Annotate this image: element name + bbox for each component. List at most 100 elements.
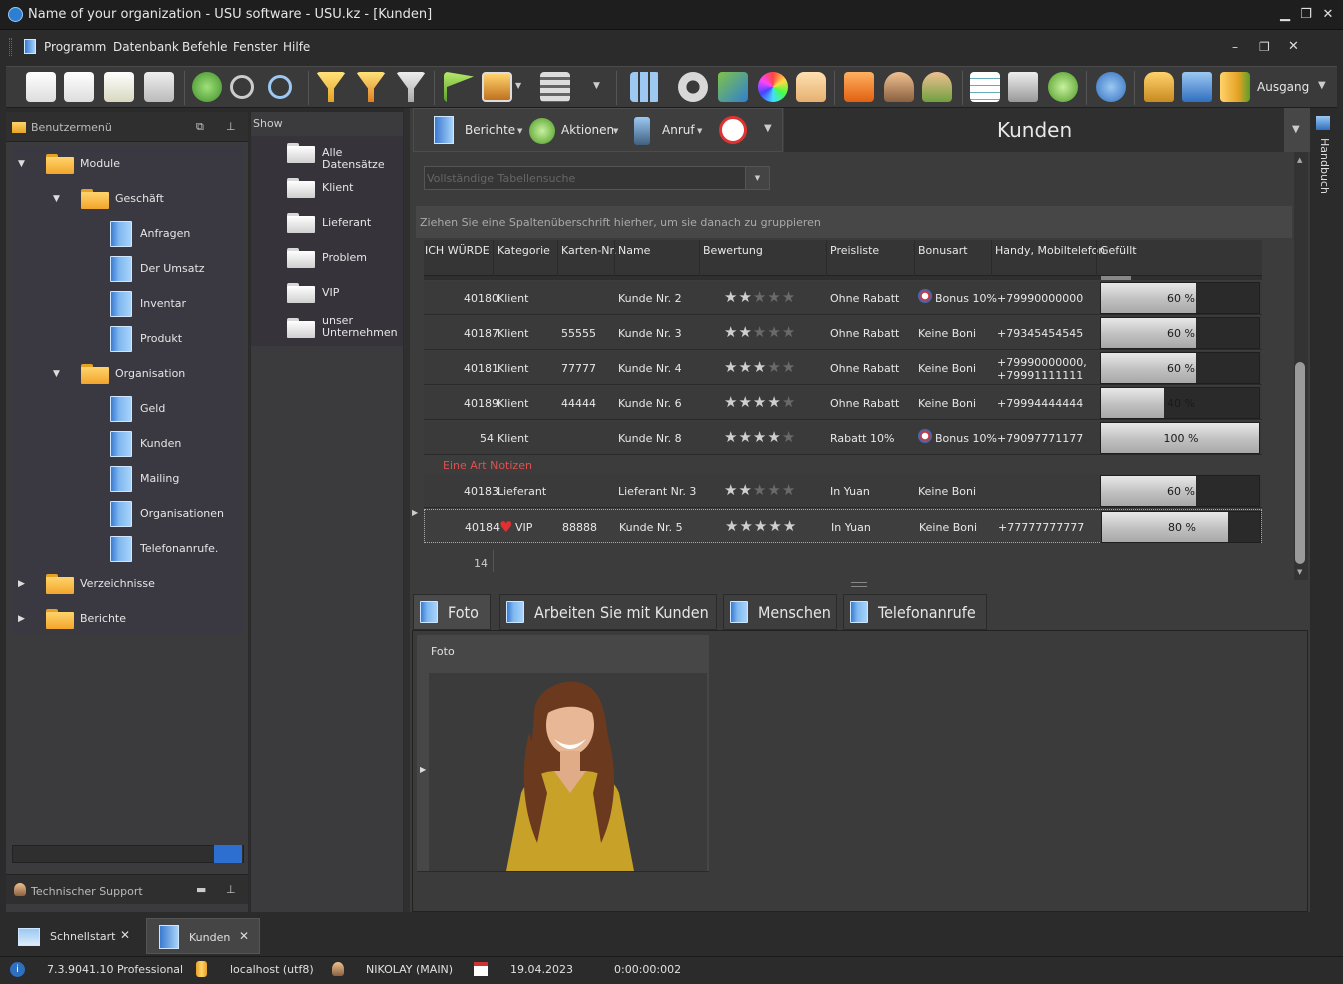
table-search-input[interactable]: Vollständige Tabellensuche ▼: [424, 166, 770, 190]
tree-item-module[interactable]: ▼ Module: [12, 146, 244, 181]
table-row[interactable]: 40183 Lieferant Lieferant Nr. 3 ★★★★★ In Yua…: [424, 474, 1262, 508]
exit-button[interactable]: Ausgang: [1257, 80, 1309, 94]
menu-programm[interactable]: Programm: [44, 40, 106, 54]
call-dropdown-icon[interactable]: ▼: [697, 127, 702, 135]
column-header-3[interactable]: Name: [618, 244, 650, 257]
rating-stars[interactable]: ★★★★★: [724, 395, 796, 410]
show-item-alle-datens-tze[interactable]: Alle Datensätze: [251, 136, 403, 171]
mdi-close-button[interactable]: ✕: [1288, 39, 1299, 54]
task-schnellstart-close-icon[interactable]: ✕: [120, 928, 130, 942]
refresh-icon[interactable]: [192, 72, 222, 102]
print-icon[interactable]: [1008, 72, 1038, 102]
task-schnellstart[interactable]: Schnellstart ✕: [8, 918, 142, 954]
show-item-vip[interactable]: VIP: [251, 276, 403, 311]
support-pin-icon[interactable]: ⊥: [226, 883, 236, 896]
picture-dropdown-icon[interactable]: ▼: [515, 81, 521, 90]
tab-telefonanrufe[interactable]: Telefonanrufe: [843, 594, 987, 630]
tree-item-telefonanrufe-[interactable]: Telefonanrufe.: [12, 531, 244, 566]
tree-item-organisation[interactable]: ▼ Organisation: [12, 356, 244, 391]
menu-datenbank[interactable]: Datenbank: [113, 40, 179, 54]
tree-item-der-umsatz[interactable]: Der Umsatz: [12, 251, 244, 286]
float-panel-icon[interactable]: ⧉: [196, 120, 204, 134]
rating-stars[interactable]: ★★★★★: [724, 483, 796, 498]
search-dropdown-icon[interactable]: ▼: [745, 167, 769, 189]
settings-gear-icon[interactable]: [678, 72, 708, 102]
resize-grip[interactable]: [851, 582, 867, 587]
expanded-arrow-icon[interactable]: ▼: [18, 159, 34, 169]
table-row[interactable]: 40180 Klient Kunde Nr. 2 ★★★★★ Ohne Rabatt Bo…: [424, 281, 1262, 315]
tree-item-anfragen[interactable]: Anfragen: [12, 216, 244, 251]
menu-fenster[interactable]: Fenster: [233, 40, 278, 54]
scroll-thumb[interactable]: [1295, 362, 1305, 564]
expanded-arrow-icon[interactable]: ▼: [53, 194, 69, 204]
expanded-arrow-icon[interactable]: ▼: [53, 369, 69, 379]
plugin-icon[interactable]: [1182, 72, 1212, 102]
tree-item-kunden[interactable]: Kunden: [12, 426, 244, 461]
menu-hilfe[interactable]: Hilfe: [283, 40, 310, 54]
call-button[interactable]: Anruf: [662, 123, 695, 137]
menu-befehle[interactable]: Befehle: [182, 40, 228, 54]
color-wheel-icon[interactable]: [758, 72, 788, 102]
rating-stars[interactable]: ★★★★★: [724, 325, 796, 340]
info-icon[interactable]: [1096, 72, 1126, 102]
column-header-6[interactable]: Bonusart: [918, 244, 968, 257]
clock-icon[interactable]: [719, 116, 747, 144]
reports-button[interactable]: Berichte: [465, 123, 515, 137]
rating-stars[interactable]: ★★★★★: [724, 430, 796, 445]
map-icon[interactable]: [718, 72, 748, 102]
close-button[interactable]: ✕: [1321, 8, 1335, 22]
tree-item-inventar[interactable]: Inventar: [12, 286, 244, 321]
table-row[interactable]: 40187 Klient 55555 Kunde Nr. 3 ★★★★★ Ohne Rab…: [424, 316, 1262, 350]
new-record-icon[interactable]: [26, 72, 56, 102]
maximize-button[interactable]: ❐: [1299, 8, 1313, 22]
advanced-search-icon[interactable]: [268, 75, 292, 99]
show-item-problem[interactable]: Problem: [251, 241, 403, 276]
filter-clear-icon[interactable]: [396, 72, 426, 102]
task-kunden[interactable]: Kunden ✕: [146, 918, 260, 954]
user-icon[interactable]: [884, 72, 914, 102]
tree-search-icon[interactable]: [214, 845, 242, 863]
group-panel[interactable]: Ziehen Sie eine Spaltenüberschrift hierh…: [416, 206, 1292, 238]
collapsed-arrow-icon[interactable]: ▶: [18, 614, 34, 624]
picture-icon[interactable]: [482, 72, 512, 102]
support-minimize-icon[interactable]: ▬: [196, 883, 206, 896]
edit-record-icon[interactable]: [104, 72, 134, 102]
handbook-tab[interactable]: Handbuch: [1311, 138, 1335, 198]
forward-icon[interactable]: [1048, 72, 1078, 102]
show-item-unser-unternehmen[interactable]: unser Unternehmen: [251, 311, 403, 346]
tab-foto[interactable]: Foto: [413, 594, 491, 630]
column-header-7[interactable]: Handy, Mobiltelefon: [995, 244, 1105, 257]
table-row[interactable]: 40189 Klient 44444 Kunde Nr. 6 ★★★★★ Ohne Rab…: [424, 386, 1262, 420]
tree-item-geld[interactable]: Geld: [12, 391, 244, 426]
table-row[interactable]: 40181 Klient 77777 Kunde Nr. 4 ★★★★★ Ohne Rab…: [424, 351, 1262, 385]
filter-edit-icon[interactable]: [356, 72, 386, 102]
column-header-1[interactable]: Kategorie: [497, 244, 550, 257]
reports-dropdown-icon[interactable]: ▼: [517, 127, 522, 135]
tab-menschen[interactable]: Menschen: [723, 594, 837, 630]
tree-item-mailing[interactable]: Mailing: [12, 461, 244, 496]
toolbar-overflow-icon[interactable]: ▼: [1318, 80, 1326, 91]
actions-button[interactable]: Aktionen: [561, 123, 614, 137]
column-header-5[interactable]: Preisliste: [830, 244, 879, 257]
show-item-lieferant[interactable]: Lieferant: [251, 206, 403, 241]
rating-stars[interactable]: ★★★★★: [724, 290, 796, 305]
task-kunden-close-icon[interactable]: ✕: [239, 929, 249, 943]
hand-icon[interactable]: [796, 72, 826, 102]
column-header-8[interactable]: Gefüllt: [1100, 244, 1137, 257]
users-icon[interactable]: [922, 72, 952, 102]
columns-icon[interactable]: [540, 72, 570, 102]
calendar-grid-icon[interactable]: [970, 72, 1000, 102]
actions-dropdown-icon[interactable]: ▼: [613, 127, 618, 135]
rating-stars[interactable]: ★★★★★: [725, 519, 797, 534]
scroll-up-icon[interactable]: ▲: [1297, 156, 1302, 164]
tree-item-organisationen[interactable]: Organisationen: [12, 496, 244, 531]
table-row[interactable]: 40184 ♥ VIP 88888 Kunde Nr. 5 ★★★★★ In Yuan Kei…: [424, 509, 1262, 543]
mdi-restore-button[interactable]: ❐: [1259, 40, 1270, 54]
column-header-4[interactable]: Bewertung: [703, 244, 763, 257]
scroll-down-icon[interactable]: ▼: [1297, 568, 1302, 576]
grid-view-icon[interactable]: [630, 72, 660, 102]
column-header-2[interactable]: Karten-Nr.: [561, 244, 617, 257]
tree-item-verzeichnisse[interactable]: ▶ Verzeichnisse: [12, 566, 244, 601]
column-header-0[interactable]: ICH WÜRDE: [425, 244, 490, 257]
search-icon[interactable]: [230, 75, 254, 99]
